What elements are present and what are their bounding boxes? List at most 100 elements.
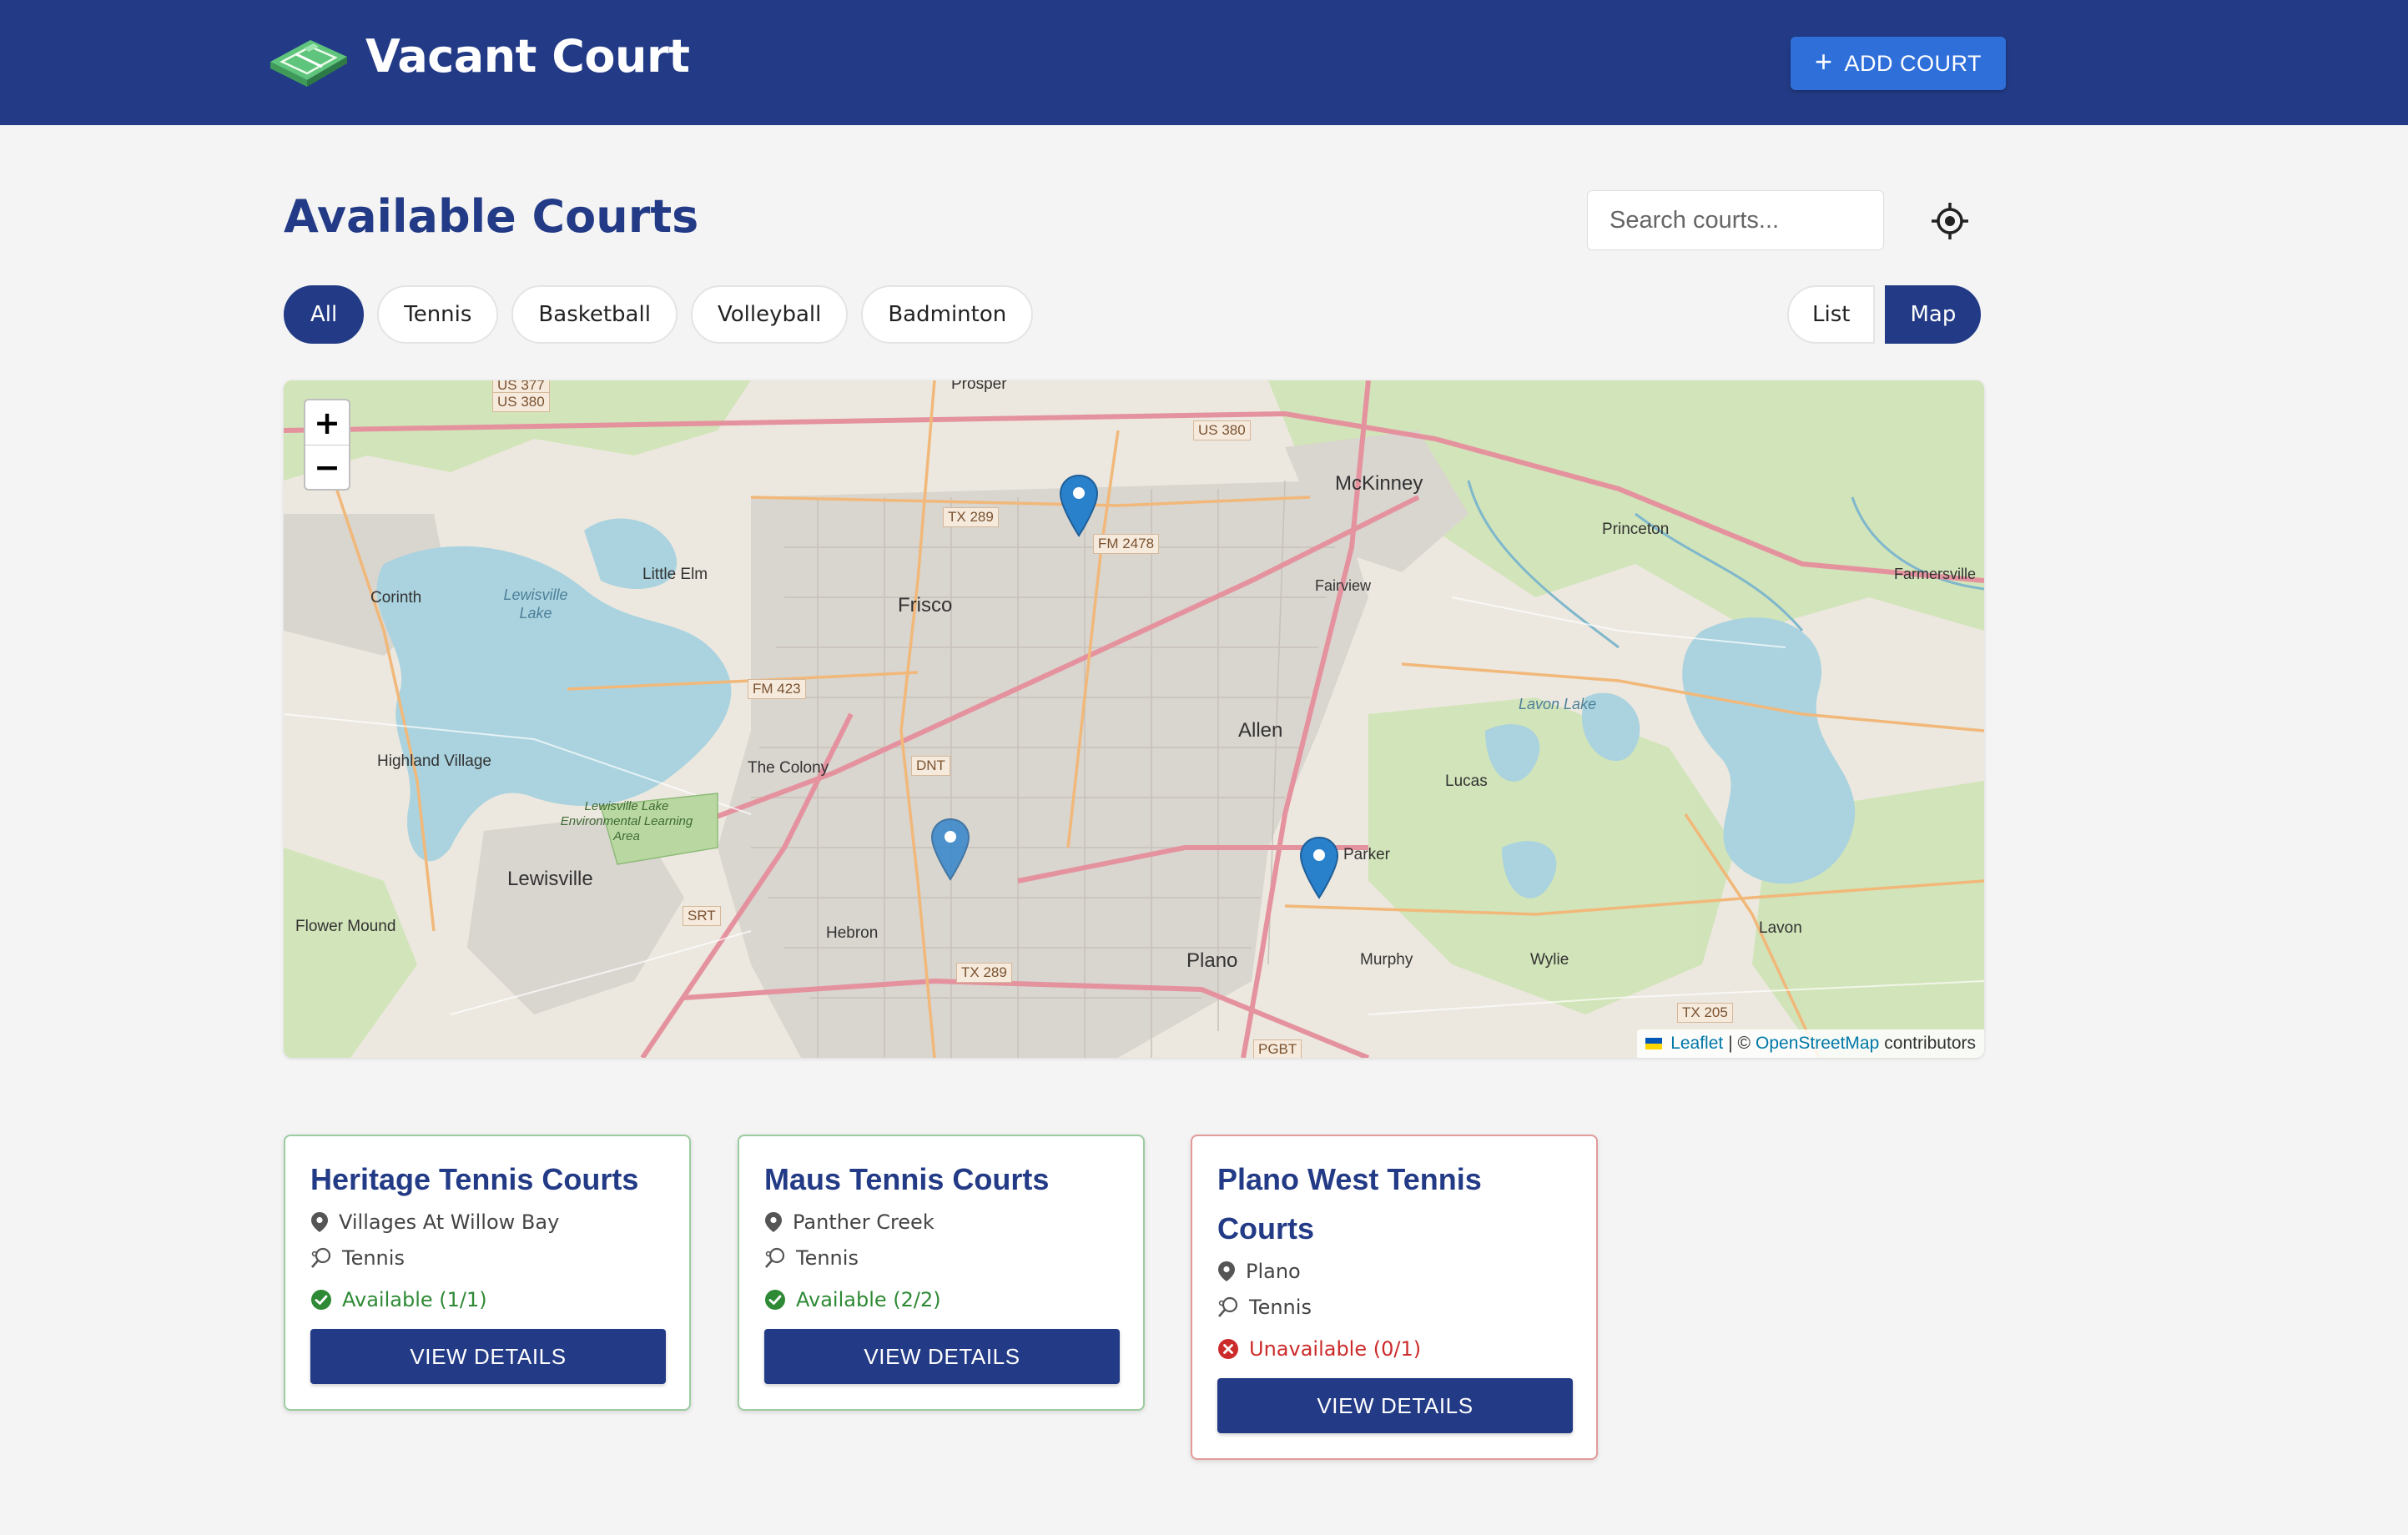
court-status: Available (1/1) [310,1279,664,1321]
leaflet-link[interactable]: Leaflet [1670,1034,1723,1054]
court-location: Panther Creek [764,1204,1118,1240]
map-label: Highland Village [377,752,491,770]
court-location-text: Panther Creek [793,1210,934,1234]
locate-me-icon[interactable] [1929,200,1971,242]
court-name: Plano West Tennis Courts [1217,1162,1482,1246]
court-card: Heritage Tennis Courts Villages At Willo… [284,1135,691,1411]
filter-chip-basketball[interactable]: Basketball [511,285,678,344]
court-name: Maus Tennis Courts [764,1162,1050,1196]
court-sport: Tennis [1217,1289,1571,1325]
court-location-text: Villages At Willow Bay [339,1210,560,1234]
court-location: Villages At Willow Bay [310,1204,664,1240]
map-label: Flower Mound [295,918,396,935]
app-title: Vacant Court [365,30,690,83]
filter-chip-badminton[interactable]: Badminton [861,285,1034,344]
road-shield: FM 423 [748,679,806,699]
road-shield: FM 2478 [1093,534,1160,554]
map-label: Frisco [898,594,953,617]
court-marker-icon[interactable] [929,818,971,881]
check-circle-icon [311,1290,331,1310]
court-marker-icon[interactable] [1298,836,1340,899]
map-attribution: Leaflet | © OpenStreetMap contributors [1637,1029,1984,1058]
court-status-text: Unavailable (0/1) [1249,1337,1422,1361]
road-shield: US 380 [492,392,550,412]
map-view-button[interactable]: Map [1885,285,1982,344]
view-details-button[interactable]: VIEW DETAILS [1217,1378,1573,1433]
map-label: Plano [1186,949,1238,972]
court-marker-icon[interactable] [1058,474,1100,537]
view-toggle: List Map [1787,285,1982,344]
court-card: Maus Tennis Courts Panther Creek Tennis … [738,1135,1145,1411]
map-label: Prosper [951,380,1007,393]
court-sport: Tennis [310,1240,664,1276]
court-card: Plano West Tennis Courts Plano Tennis Un… [1191,1135,1598,1460]
view-details-button[interactable]: VIEW DETAILS [764,1329,1120,1384]
zoom-control: + − [304,399,350,491]
app-header: Vacant Court + ADD COURT [0,0,2408,125]
filter-chip-all[interactable]: All [284,285,365,344]
sport-filter-group: All Tennis Basketball Volleyball Badmint… [284,285,1034,344]
map-label: Lewisville [507,868,593,890]
court-logo-icon [270,40,347,87]
filter-chip-tennis[interactable]: Tennis [377,285,499,344]
court-sport-text: Tennis [796,1246,859,1270]
court-status: Available (2/2) [764,1279,1118,1321]
location-pin-icon [765,1211,782,1232]
location-pin-icon [311,1211,328,1232]
court-status: Unavailable (0/1) [1217,1328,1571,1370]
attribution-suffix: contributors [1884,1034,1976,1053]
court-location: Plano [1217,1253,1571,1289]
court-status-text: Available (1/1) [342,1288,487,1311]
courts-map[interactable]: Prosper McKinney Princeton Farmersville … [284,380,1984,1058]
map-label: Fairview [1315,577,1372,594]
map-label: Hebron [826,924,879,942]
map-label: Princeton [1602,521,1670,538]
zoom-in-button[interactable]: + [305,400,349,445]
tennis-racket-icon [311,1247,331,1268]
tennis-racket-icon [1218,1296,1238,1317]
attribution-separator: | © [1728,1034,1751,1053]
map-label: McKinney [1335,472,1423,495]
map-label: Little Elm [642,566,708,583]
map-label: Lewisville Lake Environmental Learning A… [560,799,693,843]
zoom-out-button[interactable]: − [305,445,349,489]
court-location-text: Plano [1246,1259,1301,1283]
add-court-label: ADD COURT [1844,50,1982,76]
court-status-text: Available (2/2) [796,1288,941,1311]
map-label: Corinth [370,589,422,606]
map-label: Lavon Lake [1519,696,1597,712]
search-input[interactable] [1587,190,1884,250]
road-shield: US 380 [1193,420,1251,440]
list-view-button[interactable]: List [1787,285,1876,344]
page-title: Available Courts [284,190,699,243]
road-shield: TX 289 [956,963,1012,983]
plus-icon: + [1814,44,1833,78]
court-sport-text: Tennis [1249,1295,1312,1319]
map-label: Lavon [1759,919,1802,937]
map-tiles [284,380,1984,1058]
osm-link[interactable]: OpenStreetMap [1756,1034,1879,1054]
court-name: Heritage Tennis Courts [310,1162,639,1196]
map-label: Lewisville Lake [503,586,568,622]
ukraine-flag-icon [1645,1038,1663,1049]
map-label: Farmersville [1894,566,1977,582]
add-court-button[interactable]: + ADD COURT [1791,37,2006,90]
road-shield: SRT [683,906,721,926]
tennis-racket-icon [765,1247,785,1268]
x-circle-icon [1218,1339,1238,1359]
court-sport: Tennis [764,1240,1118,1276]
road-shield: TX 205 [1677,1003,1733,1023]
road-shield: DNT [911,756,950,776]
map-label: Parker [1343,846,1390,863]
check-circle-icon [765,1290,785,1310]
map-label: Murphy [1360,951,1413,969]
map-label: Wylie [1530,951,1569,969]
map-label: Lucas [1445,773,1488,790]
location-pin-icon [1218,1261,1235,1281]
map-label: The Colony [748,759,829,777]
filter-chip-volleyball[interactable]: Volleyball [690,285,849,344]
court-sport-text: Tennis [342,1246,405,1270]
view-details-button[interactable]: VIEW DETAILS [310,1329,666,1384]
road-shield: PGBT [1253,1039,1302,1058]
map-label: Allen [1238,719,1283,742]
